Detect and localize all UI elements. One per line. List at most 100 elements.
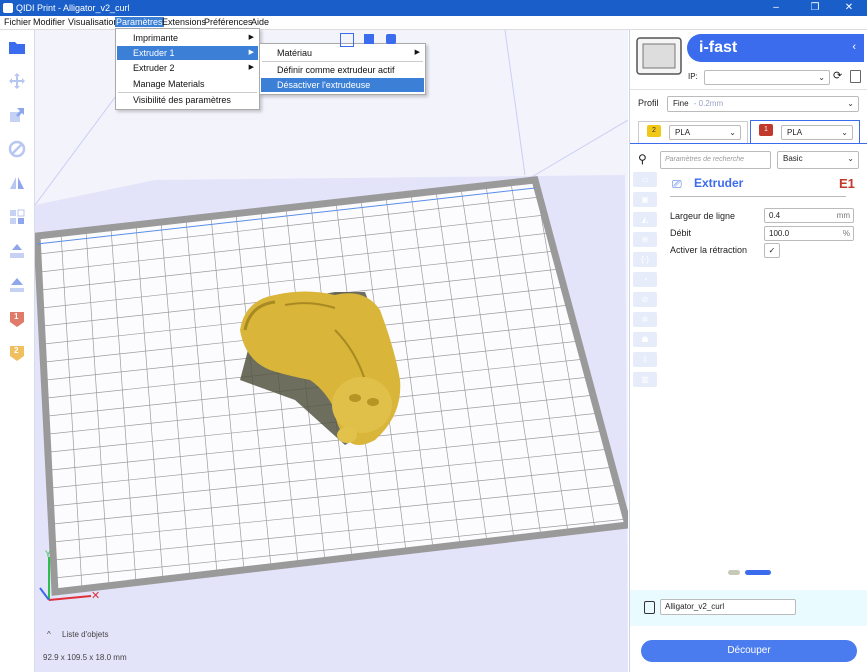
setting-retraction-label: Activer la rétraction (670, 245, 748, 255)
view-toolbar (258, 33, 398, 47)
window-title: QIDI Print - Alligator_v2_curl (16, 3, 130, 13)
setting-line-width-label: Largeur de ligne (670, 211, 736, 221)
menu-item-disable-extruder[interactable]: Désactiver l'extrudeuse (261, 78, 424, 92)
material-select-1[interactable]: PLA ⌄ (781, 125, 853, 140)
printer-header[interactable]: i-fast ‹ (687, 34, 864, 62)
category-cooling-icon[interactable]: ✲ (633, 312, 657, 327)
mirror-icon[interactable] (8, 174, 26, 192)
category-infill-icon[interactable]: ⊕ (633, 232, 657, 247)
app-icon (3, 3, 13, 13)
profile-select[interactable]: Fine - 0.2mm ⌄ (667, 96, 859, 112)
chevron-down-icon: ⌄ (818, 73, 825, 82)
ip-select[interactable]: ⌄ (704, 70, 830, 85)
right-panel: i-fast ‹ IP: ⌄ ⟳ Profil Fine - 0.2mm ⌄ 2… (629, 30, 867, 672)
menu-fichier[interactable]: Fichier (3, 17, 32, 27)
category-travel-icon[interactable]: ⊘ (633, 292, 657, 307)
menu-modifier[interactable]: Modifier (32, 17, 66, 27)
category-material-icon[interactable]: {·} (633, 252, 657, 267)
menu-visualisation[interactable]: Visualisation (67, 17, 119, 27)
material-select-2[interactable]: PLA ⌄ (669, 125, 741, 140)
category-special-icon[interactable]: ▥ (633, 372, 657, 387)
settings-mode-select[interactable]: Basic ⌄ (777, 151, 859, 169)
menu-item-materiau[interactable]: Matériau ▶ (261, 46, 424, 60)
minimize-button[interactable]: – (758, 1, 794, 15)
rotate-icon[interactable] (8, 140, 26, 158)
menu-extensions[interactable]: Extensions (161, 17, 207, 27)
setting-flow-input[interactable]: 100.0 % (764, 226, 854, 241)
settings-search-input[interactable]: Paramètres de recherche (660, 151, 771, 169)
menu-preferences[interactable]: Préférences (203, 17, 254, 27)
extruder-1-badge: 1 (14, 312, 19, 321)
menu-item-extruder-2-label: Extruder 2 (133, 63, 175, 73)
setting-flow-value: 100.0 (769, 229, 790, 238)
profile-suffix: - 0.2mm (693, 99, 724, 108)
chevron-down-icon: ⌄ (841, 128, 848, 137)
profile-label: Profil (638, 98, 659, 108)
category-machine-icon[interactable]: ▭ (633, 172, 657, 187)
job-name-bar: Alligator_v2_curl (630, 590, 867, 626)
edit-job-name-icon[interactable] (644, 601, 655, 614)
edit-printer-icon[interactable] (850, 70, 861, 83)
scale-icon[interactable] (8, 106, 26, 124)
extruder-tab-1[interactable]: 1 PLA ⌄ (750, 120, 860, 144)
setting-retraction-checkbox[interactable]: ✓ (764, 243, 780, 258)
pager-dot-2[interactable] (745, 570, 771, 575)
printer-name: i-fast (699, 39, 738, 56)
material-1-value: PLA (787, 128, 803, 137)
job-name-input[interactable]: Alligator_v2_curl (660, 599, 796, 615)
svg-text:Y: Y (45, 549, 51, 559)
material-2-value: PLA (675, 128, 691, 137)
object-list-label[interactable]: Liste d'objets (62, 630, 108, 639)
lay-flat-icon[interactable] (8, 276, 26, 294)
model-dimensions: 92.9 x 109.5 x 18.0 mm (43, 653, 127, 662)
menu-item-manage-materials[interactable]: Manage Materials (117, 77, 258, 91)
extruder-tab-2[interactable]: 2 PLA ⌄ (638, 121, 748, 144)
title-bar: QIDI Print - Alligator_v2_curl – ❐ ✕ (0, 0, 867, 16)
layers-icon[interactable] (386, 34, 396, 44)
menu-item-extruder-2[interactable]: Extruder 2 ▶ (117, 61, 258, 75)
category-quality-icon[interactable]: ▣ (633, 192, 657, 207)
category-shell-icon[interactable]: ◭ (633, 212, 657, 227)
setting-flow-unit: % (842, 229, 850, 238)
move-icon[interactable] (8, 72, 26, 90)
extruder-1-icon[interactable]: 1 (8, 310, 26, 328)
extruder-2-badge-icon: 2 (647, 125, 661, 137)
maximize-button[interactable]: ❐ (797, 1, 833, 15)
menu-item-visibilite[interactable]: Visibilité des paramètres (117, 93, 258, 107)
setting-flow-label: Débit (670, 228, 692, 238)
slice-button[interactable]: Découper (641, 640, 857, 662)
menu-aide[interactable]: Aide (250, 17, 270, 27)
menu-item-extruder-1[interactable]: Extruder 1 ▶ (117, 46, 258, 60)
chevron-down-icon: ⌄ (847, 154, 854, 163)
menu-extruder-1-submenu: Matériau ▶ Définir comme extrudeur actif … (259, 43, 426, 95)
chevron-down-icon: ⌄ (847, 99, 854, 108)
refresh-icon[interactable]: ⟳ (833, 69, 842, 82)
support-blocker-icon[interactable] (8, 242, 26, 260)
left-toolbar: 1 2 (0, 30, 35, 672)
ip-label: IP: (688, 72, 698, 81)
menu-item-materiau-label: Matériau (277, 48, 313, 58)
extruder-section-tag: E1 (839, 176, 855, 191)
layer-view-icon[interactable] (364, 34, 374, 44)
settings-search-placeholder: Paramètres de recherche (665, 156, 744, 163)
category-support-icon[interactable]: ☗ (633, 332, 657, 347)
folder-icon[interactable] (8, 38, 26, 56)
category-adhesion-icon[interactable]: ⇩ (633, 352, 657, 367)
setting-line-width-input[interactable]: 0.4 mm (764, 208, 854, 223)
build-scene: Y ✕ (35, 30, 628, 672)
extruder-section-icon: ⎚ (672, 177, 682, 191)
3d-viewport[interactable]: Y ✕ ^ Liste d'objets 92.9 x 109.5 x 18.0… (35, 30, 628, 672)
chevron-left-icon[interactable]: ‹ (852, 41, 856, 53)
close-button[interactable]: ✕ (831, 1, 867, 15)
category-speed-icon[interactable]: ◔ (633, 272, 657, 287)
settings-mode-value: Basic (783, 154, 803, 163)
per-model-settings-icon[interactable] (8, 208, 26, 226)
menu-parametres-dropdown: Imprimante ▶ Extruder 1 ▶ Extruder 2 ▶ Mana… (115, 28, 260, 110)
pager-dot-1[interactable] (728, 570, 740, 575)
x-ray-view-icon[interactable] (340, 33, 354, 47)
menu-item-set-active-extruder[interactable]: Définir comme extrudeur actif (261, 63, 424, 77)
extruder-2-icon[interactable]: 2 (8, 344, 26, 362)
menu-parametres[interactable]: Paramètres (115, 17, 164, 27)
object-list-toggle[interactable]: ^ (47, 630, 51, 639)
menu-item-imprimante[interactable]: Imprimante ▶ (117, 31, 258, 45)
